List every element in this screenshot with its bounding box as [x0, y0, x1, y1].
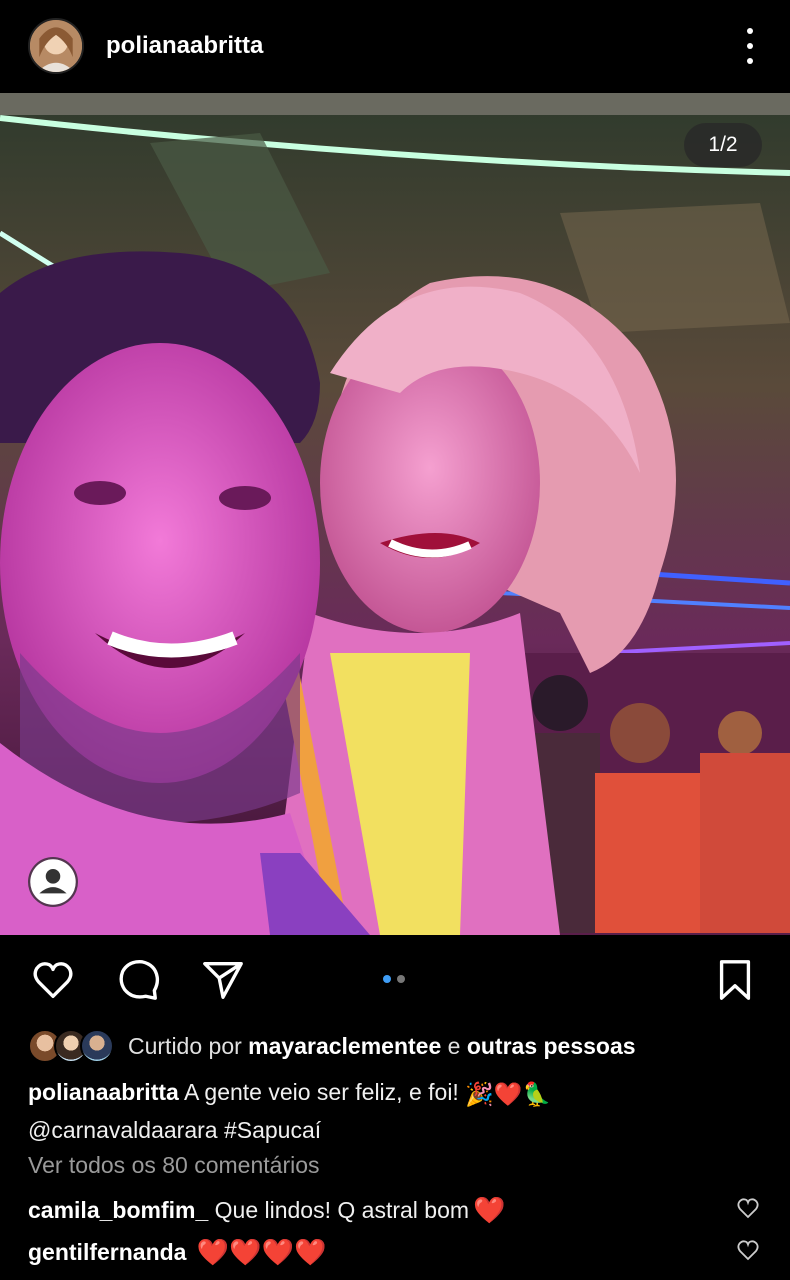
post-header: polianaabritta [0, 0, 790, 92]
liker-avatar [80, 1029, 114, 1063]
carousel-counter: 1/2 [684, 123, 762, 167]
comment-username[interactable]: camila_bomfim_ [28, 1197, 208, 1224]
liker-avatars [28, 1029, 114, 1063]
likes-conj: e [447, 1032, 461, 1059]
bookmark-icon[interactable] [712, 957, 758, 1003]
likes-summary[interactable]: Curtido por mayaraclementee e outras pes… [28, 1028, 636, 1064]
more-vertical-icon[interactable] [740, 28, 760, 64]
likes-user[interactable]: mayaraclementee [248, 1033, 441, 1060]
avatar-image [30, 20, 82, 72]
view-all-comments-link[interactable]: Ver todos os 80 comentários [28, 1152, 320, 1179]
profile-avatar[interactable] [28, 18, 84, 74]
comment-emoji: ❤️ [473, 1195, 506, 1225]
caption-text: A gente veio ser feliz, e foi! [183, 1079, 459, 1105]
post-photo[interactable]: 1/2 [0, 93, 790, 935]
caption-emojis: 🎉❤️🦜 [465, 1080, 552, 1107]
comment-row: gentilfernanda ❤️❤️❤️❤️ [28, 1234, 728, 1270]
post-username[interactable]: polianaabritta [106, 32, 263, 60]
photo-image [0, 93, 790, 935]
carousel-dot [397, 975, 405, 983]
comment-text: Que lindos! Q astral bom [214, 1196, 470, 1223]
comment-like-icon[interactable] [736, 1238, 760, 1262]
action-bar [0, 935, 790, 1023]
caption-mention[interactable]: @carnavaldaarara [28, 1117, 218, 1143]
user-tag-icon[interactable] [28, 857, 78, 907]
comment-row: camila_bomfim_ Que lindos! Q astral bom … [28, 1192, 728, 1228]
comment-like-icon[interactable] [736, 1196, 760, 1220]
comment-username[interactable]: gentilfernanda [28, 1239, 186, 1266]
carousel-dot-active [383, 975, 391, 983]
comment-emoji: ❤️❤️❤️❤️ [196, 1237, 327, 1267]
caption-hashtag[interactable]: #Sapucaí [224, 1117, 321, 1143]
person-icon [30, 859, 76, 905]
paper-plane-icon[interactable] [200, 957, 246, 1003]
likes-prefix: Curtido por [128, 1032, 242, 1059]
comment-bubble-icon[interactable] [116, 957, 162, 1003]
heart-outline-icon[interactable] [30, 957, 76, 1003]
post-caption: polianaabritta A gente veio ser feliz, e… [28, 1074, 768, 1148]
caption-username[interactable]: polianaabritta [28, 1079, 179, 1105]
carousel-indicator [383, 975, 405, 983]
likes-others[interactable]: outras pessoas [467, 1033, 636, 1060]
